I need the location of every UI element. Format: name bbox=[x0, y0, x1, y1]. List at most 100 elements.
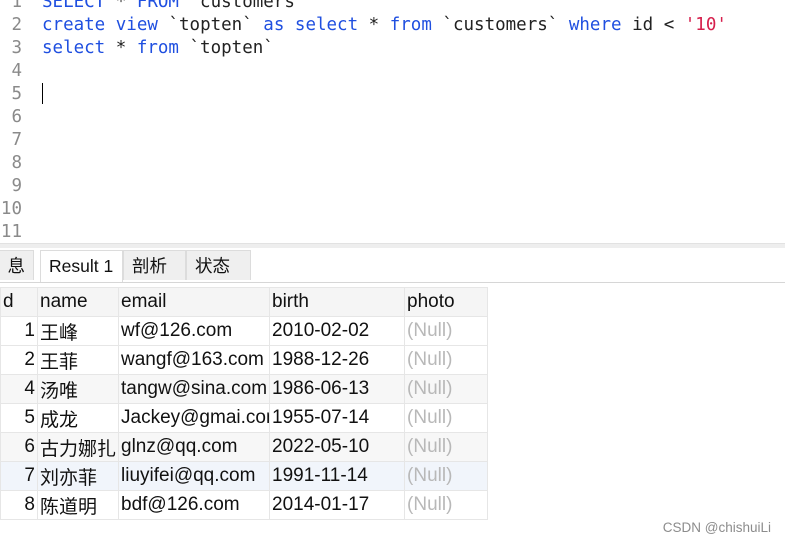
editor-line[interactable]: 11 bbox=[0, 221, 785, 243]
code-text: select * from `topten` bbox=[42, 37, 274, 60]
cell-email[interactable]: wangf@163.com bbox=[118, 345, 271, 375]
code-token: select bbox=[42, 38, 106, 58]
code-token: `topten` bbox=[157, 15, 264, 35]
cell-id[interactable]: 8 bbox=[0, 490, 38, 520]
editor-line[interactable]: 1 SELECT * FROM `customers` bbox=[0, 0, 785, 14]
code-token: '10' bbox=[684, 15, 727, 35]
cell-photo[interactable]: (Null) bbox=[404, 316, 489, 346]
cell-email[interactable]: tangw@sina.com bbox=[118, 374, 271, 404]
line-number: 3 bbox=[11, 38, 22, 58]
cell-photo[interactable]: (Null) bbox=[404, 374, 489, 404]
code-token: from bbox=[389, 15, 432, 35]
code-token: where bbox=[568, 15, 622, 35]
cell-birth[interactable]: 1991-11-14 bbox=[269, 461, 406, 491]
code-token: FROM bbox=[136, 0, 179, 12]
line-number: 4 bbox=[11, 61, 22, 81]
table-row[interactable]: 7 刘亦菲 liuyifei@qq.com 1991-11-14 (Null) bbox=[0, 461, 489, 491]
text-caret bbox=[42, 83, 43, 104]
code-token: create bbox=[42, 15, 106, 35]
editor-line[interactable]: 6 bbox=[0, 106, 785, 129]
code-token: view bbox=[115, 15, 158, 35]
code-token: `customers` bbox=[178, 0, 306, 12]
cell-birth[interactable]: 2022-05-10 bbox=[269, 432, 406, 462]
editor-line[interactable]: 3 select * from `topten` bbox=[0, 37, 785, 60]
cell-birth[interactable]: 1955-07-14 bbox=[269, 403, 406, 433]
editor-line[interactable]: 9 bbox=[0, 175, 785, 198]
cell-photo[interactable]: (Null) bbox=[404, 345, 489, 375]
editor-line[interactable]: 4 bbox=[0, 60, 785, 83]
watermark: CSDN @chishuiLi bbox=[662, 520, 771, 535]
code-token: as bbox=[263, 15, 285, 35]
cell-name[interactable]: 汤唯 bbox=[36, 374, 120, 404]
tab-status[interactable]: 状态 bbox=[186, 250, 251, 280]
cell-id[interactable]: 1 bbox=[0, 316, 38, 346]
cell-id[interactable]: 2 bbox=[0, 345, 38, 375]
line-number: 1 bbox=[11, 0, 22, 12]
code-text: create view `topten` as select * from `c… bbox=[42, 14, 727, 37]
cell-id[interactable]: 7 bbox=[0, 461, 38, 491]
cell-photo[interactable]: (Null) bbox=[404, 490, 489, 520]
cell-id[interactable]: 6 bbox=[0, 432, 38, 462]
table-row[interactable]: 4 汤唯 tangw@sina.com 1986-06-13 (Null) bbox=[0, 374, 489, 404]
line-number: 2 bbox=[11, 15, 22, 35]
table-row[interactable]: 2 王菲 wangf@163.com 1988-12-26 (Null) bbox=[0, 345, 489, 375]
table-row[interactable]: 8 陈道明 bdf@126.com 2014-01-17 (Null) bbox=[0, 490, 489, 520]
code-text: SELECT * FROM `customers` bbox=[42, 0, 305, 14]
cell-email[interactable]: liuyifei@qq.com bbox=[118, 461, 271, 491]
code-token: `customers` bbox=[431, 15, 569, 35]
cell-birth[interactable]: 2014-01-17 bbox=[269, 490, 406, 520]
cell-name[interactable]: 刘亦菲 bbox=[36, 461, 120, 491]
line-number: 9 bbox=[11, 176, 22, 196]
cell-name[interactable]: 王峰 bbox=[36, 316, 120, 346]
line-number: 5 bbox=[11, 84, 22, 104]
line-number: 6 bbox=[11, 107, 22, 127]
table-row[interactable]: 1 王峰 wf@126.com 2010-02-02 (Null) bbox=[0, 316, 489, 346]
tab-profile[interactable]: 剖析 bbox=[123, 250, 186, 280]
cell-photo[interactable]: (Null) bbox=[404, 403, 489, 433]
result-tabbar: 息 Result 1 剖析 状态 bbox=[0, 248, 785, 283]
cell-email[interactable]: Jackey@gmai.com bbox=[118, 403, 271, 433]
line-number: 10 bbox=[0, 199, 22, 219]
tab-info[interactable]: 息 bbox=[0, 250, 34, 280]
cell-name[interactable]: 王菲 bbox=[36, 345, 120, 375]
code-token: id < bbox=[621, 15, 685, 35]
code-token: * bbox=[358, 15, 390, 35]
sql-editor[interactable]: 1 SELECT * FROM `customers` 2 create view `… bbox=[0, 0, 785, 243]
tab-result-1[interactable]: Result 1 bbox=[40, 250, 123, 282]
cell-name[interactable]: 成龙 bbox=[36, 403, 120, 433]
cell-birth[interactable]: 2010-02-02 bbox=[269, 316, 406, 346]
line-number: 11 bbox=[0, 222, 22, 242]
editor-line[interactable]: 8 bbox=[0, 152, 785, 175]
cell-photo[interactable]: (Null) bbox=[404, 461, 489, 491]
cell-id[interactable]: 5 bbox=[0, 403, 38, 433]
cell-id[interactable]: 4 bbox=[0, 374, 38, 404]
table-row[interactable]: 6 古力娜扎 glnz@qq.com 2022-05-10 (Null) bbox=[0, 432, 489, 462]
editor-line[interactable]: 10 bbox=[0, 198, 785, 221]
code-token: from bbox=[136, 38, 179, 58]
column-header-id[interactable]: d bbox=[0, 287, 38, 317]
column-header-email[interactable]: email bbox=[118, 287, 271, 317]
cell-birth[interactable]: 1986-06-13 bbox=[269, 374, 406, 404]
column-header-birth[interactable]: birth bbox=[269, 287, 406, 317]
cell-name[interactable]: 陈道明 bbox=[36, 490, 120, 520]
editor-line[interactable]: 2 create view `topten` as select * from `… bbox=[0, 14, 785, 37]
code-token: `topten` bbox=[178, 38, 274, 58]
editor-line[interactable]: 7 bbox=[0, 129, 785, 152]
cell-photo[interactable]: (Null) bbox=[404, 432, 489, 462]
code-token: select bbox=[294, 15, 359, 35]
cell-email[interactable]: glnz@qq.com bbox=[118, 432, 271, 462]
code-token: * bbox=[105, 0, 137, 12]
code-token: * bbox=[105, 38, 137, 58]
line-number: 8 bbox=[11, 153, 22, 173]
code-token: SELECT bbox=[42, 0, 106, 12]
editor-line[interactable]: 5 bbox=[0, 83, 785, 106]
column-header-photo[interactable]: photo bbox=[404, 287, 489, 317]
cell-email[interactable]: wf@126.com bbox=[118, 316, 271, 346]
cell-email[interactable]: bdf@126.com bbox=[118, 490, 271, 520]
column-header-name[interactable]: name bbox=[36, 287, 120, 317]
table-row[interactable]: 5 成龙 Jackey@gmai.com 1955-07-14 (Null) bbox=[0, 403, 489, 433]
cell-birth[interactable]: 1988-12-26 bbox=[269, 345, 406, 375]
cell-name[interactable]: 古力娜扎 bbox=[36, 432, 120, 462]
